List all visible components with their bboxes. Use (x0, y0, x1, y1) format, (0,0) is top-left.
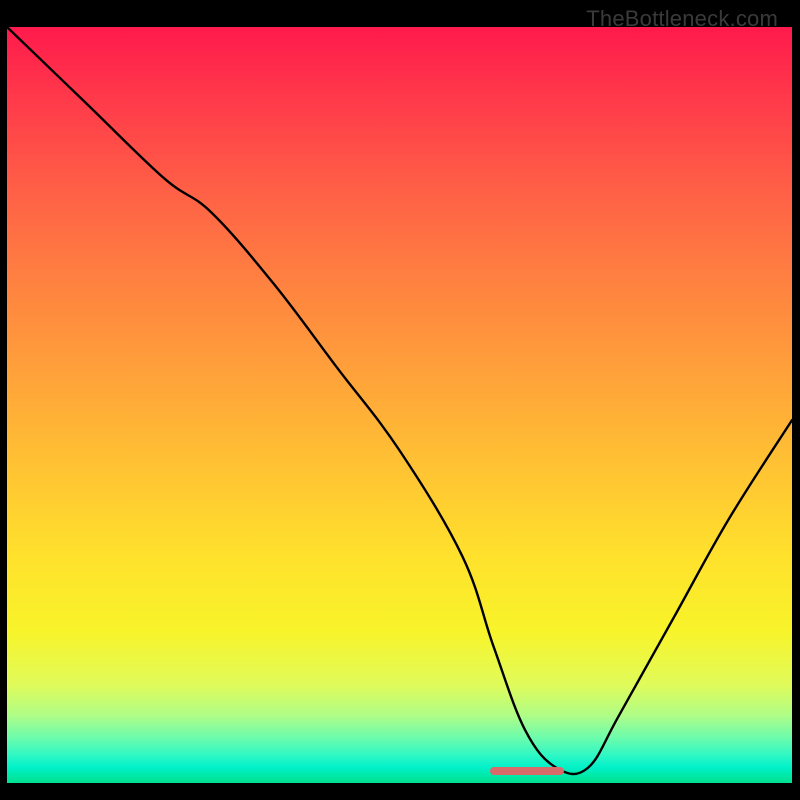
watermark-text: TheBottleneck.com (586, 6, 778, 32)
bottleneck-curve (7, 27, 792, 783)
optimum-range-marker (490, 767, 565, 775)
curve-path (7, 27, 792, 774)
plot-area (7, 27, 792, 783)
